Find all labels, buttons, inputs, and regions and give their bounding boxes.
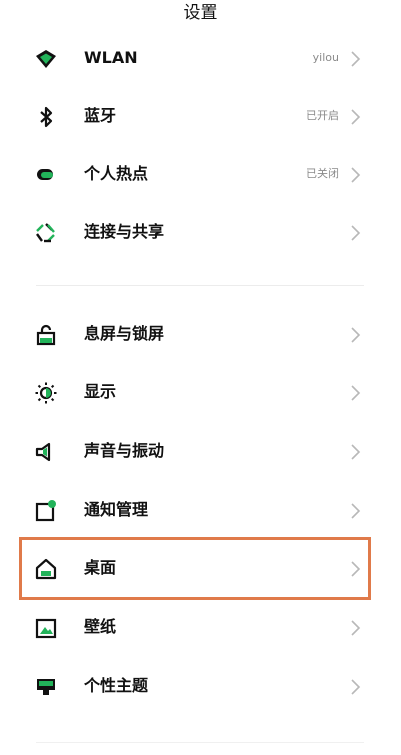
settings-row-display[interactable]: 显示 bbox=[0, 368, 401, 416]
chevron-right-icon bbox=[349, 49, 363, 69]
settings-row-label: 息屏与锁屏 bbox=[84, 324, 165, 343]
settings-row-value: 已关闭 bbox=[306, 167, 339, 180]
bottom-divider bbox=[36, 742, 364, 743]
settings-row-label: 声音与振动 bbox=[84, 441, 165, 460]
settings-row-wlan[interactable]: WLAN yilou bbox=[0, 34, 401, 82]
highlight-frame bbox=[19, 537, 371, 600]
settings-row-label: 个人热点 bbox=[84, 164, 149, 183]
settings-row-label: 个性主题 bbox=[84, 676, 149, 695]
chevron-right-icon bbox=[349, 677, 363, 697]
settings-row-label: 连接与共享 bbox=[84, 222, 165, 241]
settings-row-label: WLAN bbox=[84, 48, 138, 67]
notification-icon bbox=[34, 499, 58, 523]
settings-row-hotspot[interactable]: 个人热点 已关闭 bbox=[0, 150, 401, 198]
settings-row-label: 显示 bbox=[84, 382, 117, 401]
settings-row-connection-sharing[interactable]: 连接与共享 bbox=[0, 208, 401, 256]
chevron-right-icon bbox=[349, 618, 363, 638]
chevron-right-icon bbox=[349, 325, 363, 345]
hotspot-icon bbox=[34, 163, 58, 187]
settings-row-label: 蓝牙 bbox=[84, 106, 117, 125]
chevron-right-icon bbox=[349, 442, 363, 462]
settings-row-sound-vibration[interactable]: 声音与振动 bbox=[0, 427, 401, 475]
chevron-right-icon bbox=[349, 223, 363, 243]
wallpaper-icon bbox=[34, 616, 58, 640]
page-title: 设置 bbox=[183, 3, 218, 23]
settings-row-label: 通知管理 bbox=[84, 500, 149, 519]
settings-row-value: 已开启 bbox=[306, 109, 339, 122]
chevron-right-icon bbox=[349, 383, 363, 403]
share-icon bbox=[34, 221, 58, 245]
settings-row-label: 壁纸 bbox=[84, 617, 117, 636]
settings-row-personal-theme[interactable]: 个性主题 bbox=[0, 662, 401, 710]
settings-row-value: yilou bbox=[312, 51, 339, 64]
lock-icon bbox=[34, 323, 58, 347]
speaker-icon bbox=[34, 440, 58, 464]
page-header: 设置 bbox=[0, 0, 401, 28]
settings-row-notification-management[interactable]: 通知管理 bbox=[0, 486, 401, 534]
settings-row-wallpaper[interactable]: 壁纸 bbox=[0, 603, 401, 651]
wifi-icon bbox=[34, 47, 58, 71]
chevron-right-icon bbox=[349, 501, 363, 521]
section-divider bbox=[36, 285, 364, 286]
settings-row-screen-lock[interactable]: 息屏与锁屏 bbox=[0, 310, 401, 358]
settings-row-bluetooth[interactable]: 蓝牙 已开启 bbox=[0, 92, 401, 140]
theme-icon bbox=[34, 675, 58, 699]
brightness-icon bbox=[34, 381, 58, 405]
bluetooth-icon bbox=[34, 105, 58, 129]
chevron-right-icon bbox=[349, 107, 363, 127]
chevron-right-icon bbox=[349, 165, 363, 185]
